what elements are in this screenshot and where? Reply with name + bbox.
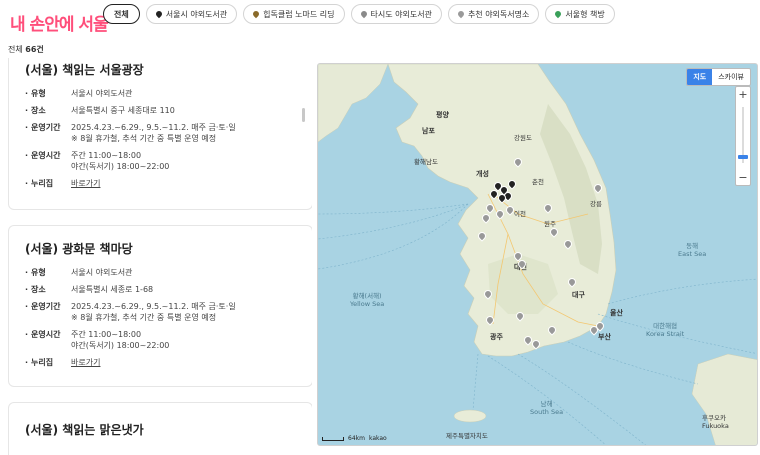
list-item[interactable]: (서울) 책읽는 서울광장 유형서울시 야외도서관 장소서울특별시 중구 세종대… (8, 58, 312, 210)
map-view[interactable]: 평양 남포 강원도 황해남도 개성 춘천 강릉 이천 원주 대전 대구 울산 광… (317, 63, 758, 446)
map-label: 강릉 (590, 200, 602, 208)
filter-chip-all[interactable]: 전체 (103, 4, 140, 24)
result-count: 전체 66건 (8, 45, 44, 54)
filter-chip-other-cities[interactable]: 타시도 야외도서관 (350, 4, 442, 24)
list-scrollbar[interactable] (302, 108, 305, 122)
map-label: 광주 (490, 333, 503, 341)
map-label: 제주특별자치도 (446, 432, 488, 440)
map-label: 원주 (544, 220, 556, 228)
map-label: 후쿠오카 Fukuoka (702, 414, 729, 430)
filter-chip-recommended-spots[interactable]: 추천 야외독서명소 (447, 4, 540, 24)
map-label: 남포 (422, 127, 435, 135)
map-label: 부산 (598, 333, 611, 341)
map-label: 황해남도 (414, 158, 438, 166)
filter-chip-seoul-bookstore[interactable]: 서울형 책방 (545, 4, 615, 24)
homepage-link[interactable]: 바로가기 (71, 358, 100, 367)
map-scale: 64km kakao (322, 435, 387, 442)
map-label: 남해 South Sea (530, 400, 564, 416)
map-label: 동해 East Sea (678, 242, 707, 258)
filter-chip-hipdok-club[interactable]: 힙독클럽 노마드 리딩 (243, 4, 345, 24)
map-pin-icon (456, 9, 466, 19)
map-type-map-button[interactable]: 지도 (687, 69, 713, 85)
map-label: 평양 (436, 111, 449, 119)
map-label: 강원도 (514, 134, 532, 142)
card-title: (서울) 책읽는 서울광장 (25, 63, 144, 77)
map-label: 개성 (476, 170, 489, 178)
list-item[interactable]: (서울) 책읽는 맑은냇가 (8, 402, 312, 455)
map-label: 춘천 (532, 178, 544, 186)
map-label: 대구 (572, 291, 585, 299)
filter-chip-seoul-outdoor-library[interactable]: 서울시 야외도서관 (145, 4, 238, 24)
map-type-skyview-button[interactable]: 스카이뷰 (712, 69, 750, 85)
filter-chips: 전체 서울시 야외도서관 힙독클럽 노마드 리딩 타시도 야외도서관 추천 야외… (103, 4, 615, 24)
card-title: (서울) 책읽는 맑은냇가 (25, 423, 144, 437)
zoom-out-button[interactable]: − (736, 171, 750, 184)
card-title: (서울) 광화문 책마당 (25, 242, 133, 256)
map-label: 울산 (610, 309, 623, 317)
kakao-logo: kakao (368, 435, 387, 442)
map-pin-icon (154, 9, 163, 19)
map-type-toggle: 지도 스카이뷰 (686, 68, 751, 86)
top-bar: 내 손안에 서울 전체 서울시 야외도서관 힙독클럽 노마드 리딩 타시도 야외… (0, 0, 760, 40)
logo: 내 손안에 서울 (10, 15, 109, 35)
zoom-slider-thumb[interactable] (738, 155, 748, 159)
map-pin-icon (251, 9, 261, 19)
list-item[interactable]: (서울) 광화문 책마당 유형서울시 야외도서관 장소서울특별시 세종로 1-6… (8, 225, 312, 387)
homepage-link[interactable]: 바로가기 (71, 179, 100, 188)
scale-bar (322, 436, 344, 441)
map-pin-icon (554, 9, 563, 19)
zoom-in-button[interactable]: + (736, 88, 750, 101)
map-label: 이천 (514, 210, 526, 218)
map-label: 대한해협 Korea Strait (646, 322, 685, 338)
map-label: 황해(서해) Yellow Sea (350, 292, 385, 308)
zoom-control: + − (735, 86, 751, 186)
map-pin-icon (359, 9, 368, 19)
result-list[interactable]: (서울) 책읽는 서울광장 유형서울시 야외도서관 장소서울특별시 중구 세종대… (0, 58, 312, 455)
